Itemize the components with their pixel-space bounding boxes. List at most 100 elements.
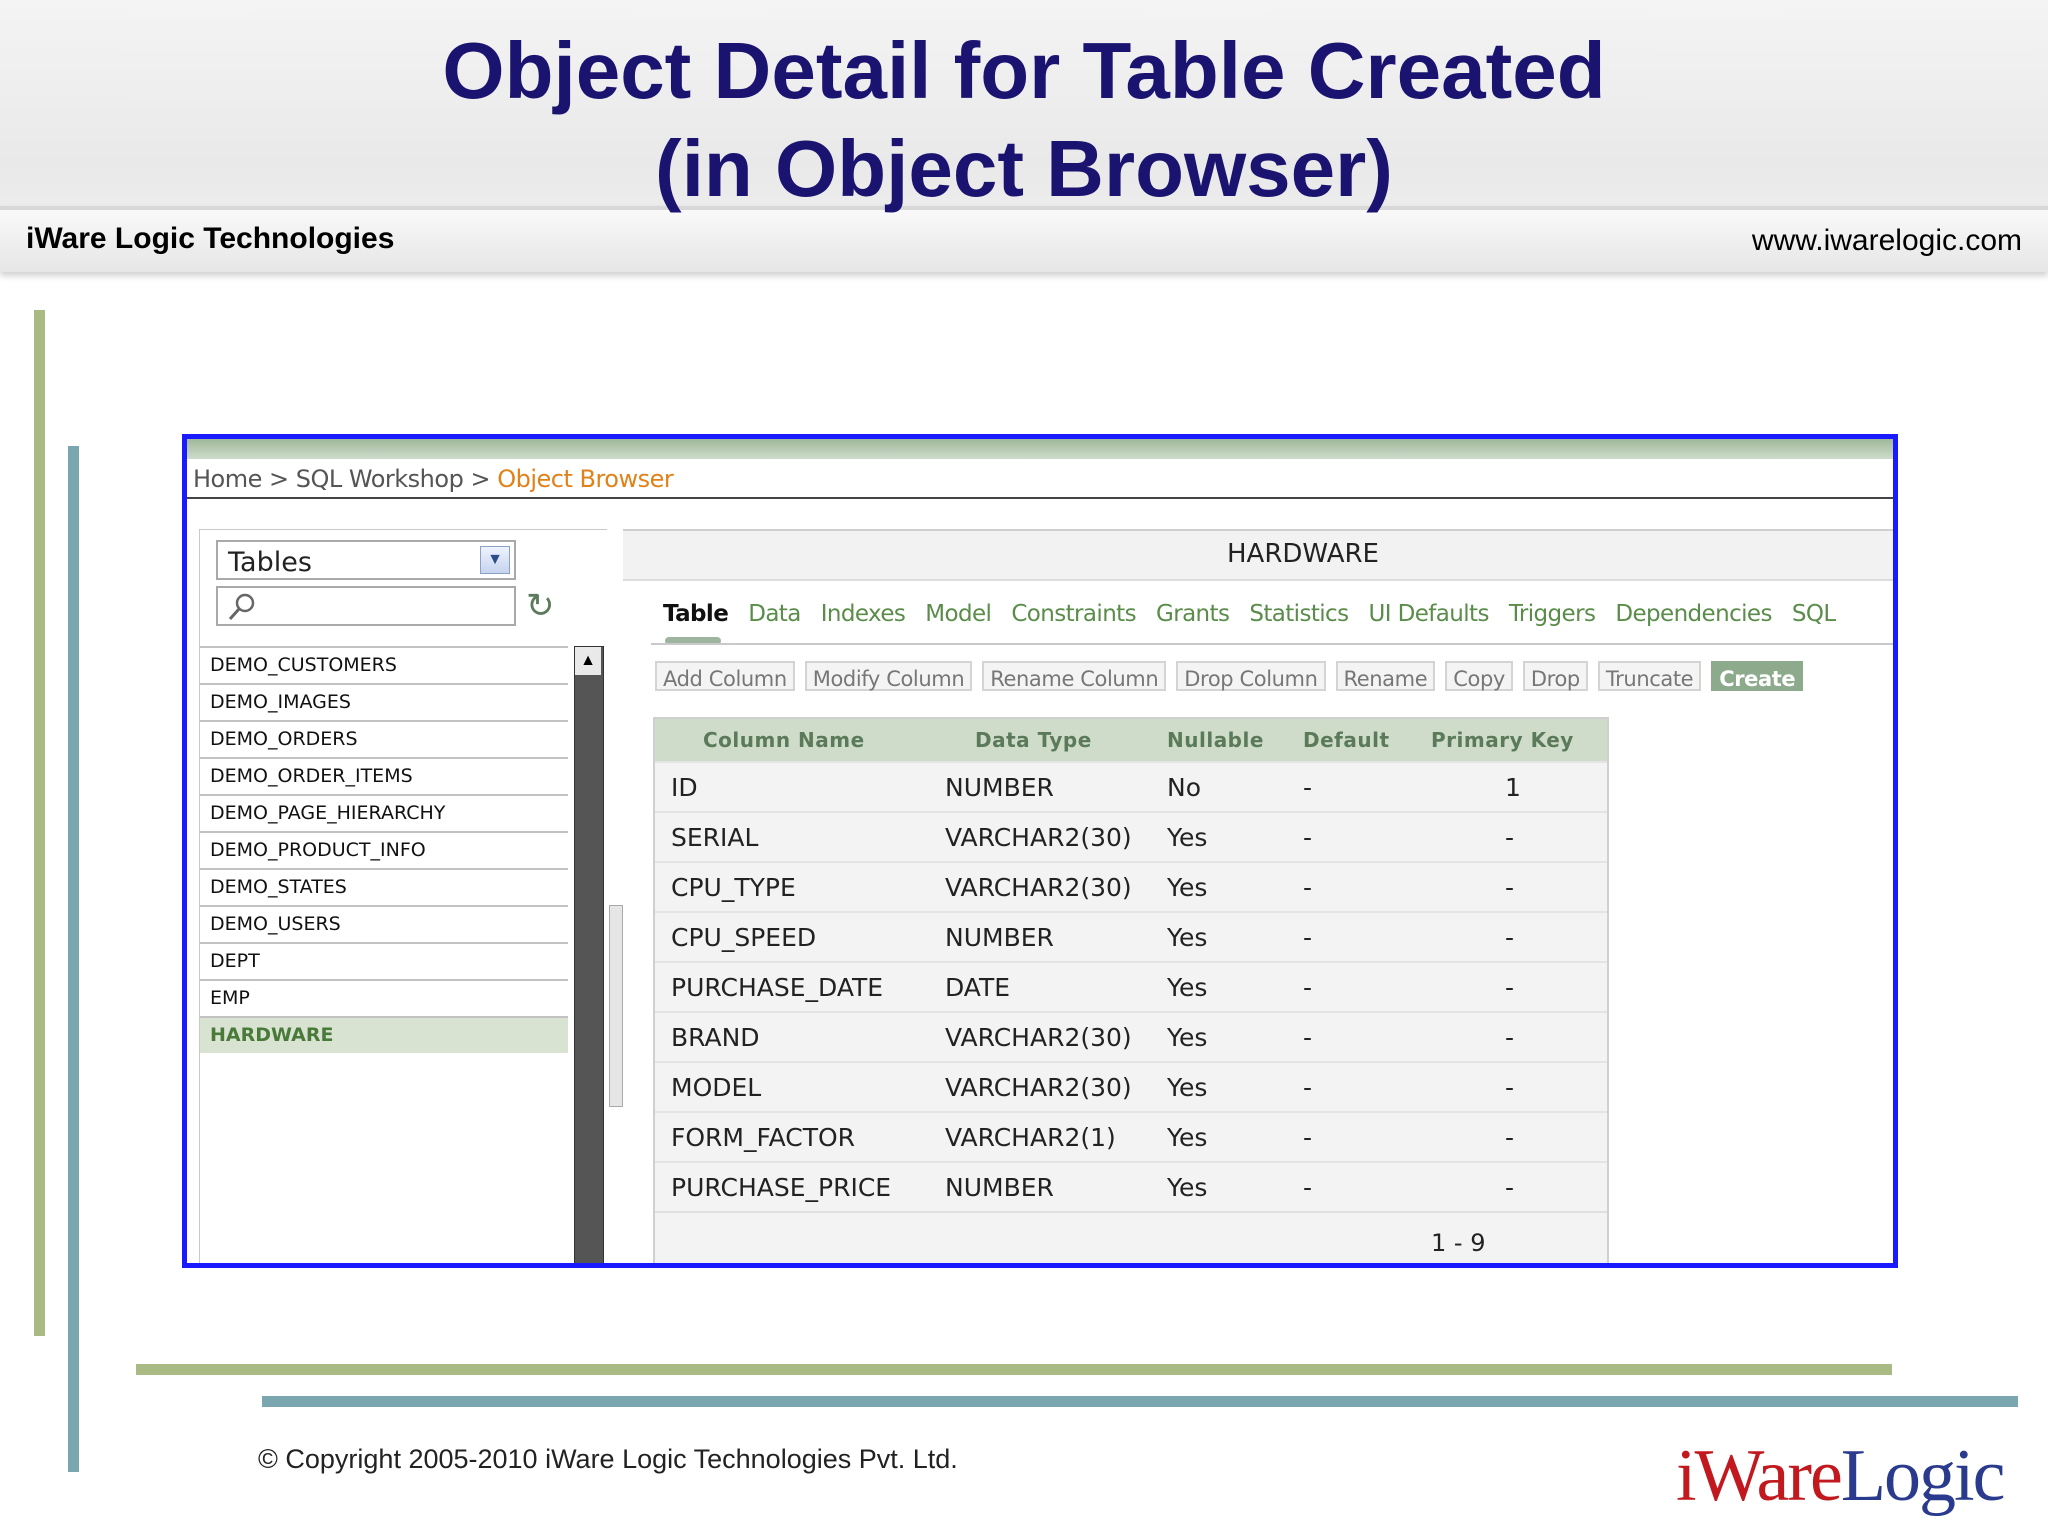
- data-type-cell: NUMBER: [945, 923, 1054, 952]
- primary-key-cell: 1: [1505, 773, 1521, 802]
- default-cell: -: [1303, 923, 1313, 952]
- table-pagination: 1 - 9: [655, 1211, 1607, 1263]
- column-name-cell: CPU_TYPE: [671, 873, 796, 902]
- breadcrumb-separator: >: [470, 465, 491, 493]
- drop-button[interactable]: Drop: [1522, 661, 1588, 691]
- nullable-cell: Yes: [1167, 1073, 1208, 1102]
- slide-title-line1: Object Detail for Table Created: [442, 26, 1606, 115]
- tab-constraints[interactable]: Constraints: [1011, 601, 1136, 627]
- table-row: PURCHASE_DATE DATE Yes - -: [655, 961, 1607, 1011]
- object-type-select[interactable]: Tables ▼: [216, 540, 516, 580]
- pagination-text: 1 - 9: [1431, 1229, 1486, 1257]
- object-title-bar: HARDWARE: [623, 529, 1893, 581]
- object-browser-screenshot: Home > SQL Workshop > Object Browser Tab…: [182, 434, 1898, 1268]
- default-cell: -: [1303, 1173, 1313, 1202]
- object-list-item[interactable]: DEMO_ORDERS: [200, 720, 568, 757]
- column-name-cell: FORM_FACTOR: [671, 1123, 856, 1152]
- default-cell: -: [1303, 823, 1313, 852]
- tab-dependencies[interactable]: Dependencies: [1615, 601, 1772, 627]
- tab-triggers[interactable]: Triggers: [1509, 601, 1596, 627]
- primary-key-cell: -: [1505, 823, 1515, 852]
- scroll-up-arrow-icon[interactable]: ▲: [575, 647, 601, 675]
- column-name-cell: MODEL: [671, 1073, 762, 1102]
- tab-indexes[interactable]: Indexes: [821, 601, 906, 627]
- truncate-button[interactable]: Truncate: [1597, 661, 1702, 691]
- tab-divider: [651, 643, 1893, 645]
- chevron-down-icon[interactable]: ▼: [480, 546, 510, 574]
- copy-button[interactable]: Copy: [1445, 661, 1513, 691]
- tab-sql[interactable]: SQL: [1792, 601, 1836, 627]
- primary-key-cell: -: [1505, 973, 1515, 1002]
- primary-key-cell: -: [1505, 1123, 1515, 1152]
- decor-vline-green: [34, 310, 45, 1336]
- breadcrumb-home[interactable]: Home: [193, 465, 262, 493]
- object-list-item[interactable]: DEMO_ORDER_ITEMS: [200, 757, 568, 794]
- modify-column-button[interactable]: Modify Column: [804, 661, 973, 691]
- drop-column-button[interactable]: Drop Column: [1176, 661, 1326, 691]
- rename-button[interactable]: Rename: [1335, 661, 1436, 691]
- iwarelogic-logo: iWareLogic: [1676, 1434, 2005, 1519]
- create-button[interactable]: Create: [1711, 661, 1804, 691]
- object-list-item[interactable]: DEMO_PAGE_HIERARCHY: [200, 794, 568, 831]
- object-list-item[interactable]: DEMO_PRODUCT_INFO: [200, 831, 568, 868]
- tab-ui-defaults[interactable]: UI Defaults: [1368, 601, 1489, 627]
- tab-table[interactable]: Table: [663, 601, 729, 627]
- object-search-input[interactable]: [216, 586, 516, 626]
- add-column-button[interactable]: Add Column: [655, 661, 795, 691]
- tab-statistics[interactable]: Statistics: [1249, 601, 1349, 627]
- company-name: iWare Logic Technologies: [26, 222, 395, 255]
- object-list-item[interactable]: DEMO_CUSTOMERS: [200, 646, 568, 683]
- breadcrumb: Home > SQL Workshop > Object Browser: [193, 465, 674, 493]
- decor-hline-teal: [262, 1396, 2018, 1407]
- object-list-scrollbar[interactable]: ▲: [574, 646, 604, 1263]
- table-row: ID NUMBER No - 1: [655, 761, 1607, 811]
- splitter-handle[interactable]: [609, 905, 623, 1107]
- tab-data[interactable]: Data: [748, 601, 801, 627]
- columns-table-header: Column Name Data Type Nullable Default P…: [655, 719, 1607, 761]
- column-name-cell: PURCHASE_PRICE: [671, 1173, 892, 1202]
- slide-title: Object Detail for Table Created (in Obje…: [0, 22, 2048, 218]
- header-nullable[interactable]: Nullable: [1167, 728, 1264, 752]
- header-default[interactable]: Default: [1303, 728, 1390, 752]
- breadcrumb-separator: >: [269, 465, 289, 493]
- object-tabs: Table Data Indexes Model Constraints Grants St…: [663, 601, 1856, 627]
- header-data-type[interactable]: Data Type: [975, 728, 1092, 752]
- refresh-icon[interactable]: ↻: [526, 586, 562, 626]
- object-title: HARDWARE: [1227, 539, 1379, 569]
- header-primary-key[interactable]: Primary Key: [1431, 728, 1574, 752]
- object-list-item[interactable]: HARDWARE: [200, 1016, 568, 1053]
- object-list-item[interactable]: DEPT: [200, 942, 568, 979]
- object-list-item[interactable]: EMP: [200, 979, 568, 1016]
- data-type-cell: VARCHAR2(30): [945, 1073, 1132, 1102]
- data-type-cell: VARCHAR2(1): [945, 1123, 1116, 1152]
- data-type-cell: DATE: [945, 973, 1011, 1002]
- nullable-cell: Yes: [1167, 873, 1208, 902]
- tab-model[interactable]: Model: [925, 601, 992, 627]
- nullable-cell: Yes: [1167, 923, 1208, 952]
- primary-key-cell: -: [1505, 1023, 1515, 1052]
- company-url: www.iwarelogic.com: [1751, 224, 2022, 257]
- primary-key-cell: -: [1505, 1173, 1515, 1202]
- object-list-item[interactable]: DEMO_USERS: [200, 905, 568, 942]
- nullable-cell: Yes: [1167, 973, 1208, 1002]
- tab-grants[interactable]: Grants: [1156, 601, 1230, 627]
- data-type-cell: NUMBER: [945, 1173, 1054, 1202]
- header-column-name[interactable]: Column Name: [703, 728, 865, 752]
- decor-hline-green: [136, 1364, 1892, 1375]
- primary-key-cell: -: [1505, 1073, 1515, 1102]
- table-row: SERIAL VARCHAR2(30) Yes - -: [655, 811, 1607, 861]
- breadcrumb-sql-workshop[interactable]: SQL Workshop: [296, 465, 464, 493]
- data-type-cell: VARCHAR2(30): [945, 873, 1132, 902]
- object-list-item[interactable]: DEMO_STATES: [200, 868, 568, 905]
- rename-column-button[interactable]: Rename Column: [982, 661, 1167, 691]
- data-type-cell: NUMBER: [945, 773, 1054, 802]
- data-type-cell: VARCHAR2(30): [945, 823, 1132, 852]
- object-list-item[interactable]: DEMO_IMAGES: [200, 683, 568, 720]
- default-cell: -: [1303, 1123, 1313, 1152]
- table-row: MODEL VARCHAR2(30) Yes - -: [655, 1061, 1607, 1111]
- column-name-cell: ID: [671, 773, 698, 802]
- object-list: DEMO_CUSTOMERS DEMO_IMAGES DEMO_ORDERS DEMO…: [200, 646, 568, 1053]
- app-top-bar: [187, 439, 1893, 459]
- default-cell: -: [1303, 773, 1313, 802]
- breadcrumb-current: Object Browser: [497, 465, 674, 493]
